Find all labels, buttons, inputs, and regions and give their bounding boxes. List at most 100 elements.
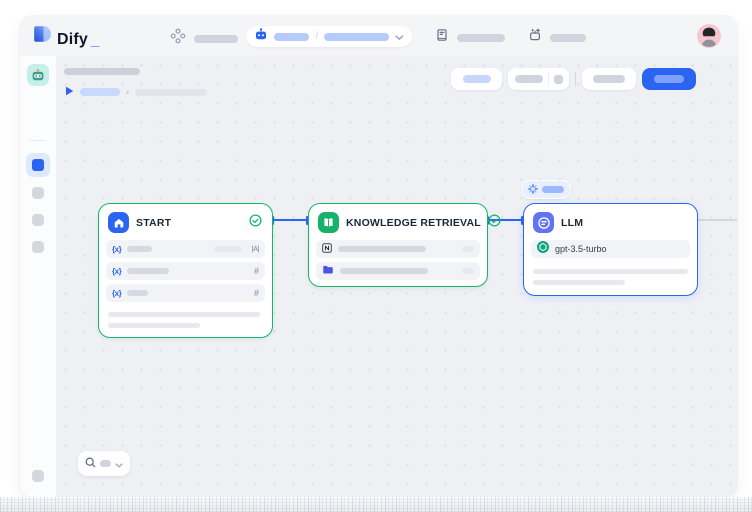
node-title: LLM (561, 217, 687, 229)
dify-logo-icon (33, 25, 52, 49)
top-navigation-bar: Dify _ (20, 16, 737, 56)
variable-row[interactable]: {x} |A| (106, 240, 265, 258)
openai-icon (537, 240, 549, 258)
zoom-control[interactable] (78, 451, 130, 476)
topbar-assistant-menu[interactable] (528, 28, 586, 47)
dataset-row[interactable] (316, 262, 480, 280)
run-meta-skeleton (135, 89, 207, 96)
variable-value-skeleton (214, 246, 242, 252)
play-icon[interactable] (65, 83, 74, 101)
bottom-noise-strip (0, 497, 752, 512)
running-label-skeleton (542, 186, 564, 193)
brand-logo[interactable]: Dify _ (33, 25, 99, 49)
left-sidebar (20, 56, 56, 497)
variable-icon: {x} (112, 267, 121, 276)
topbar-docs-menu[interactable] (435, 28, 505, 47)
node-start-header: START (99, 204, 272, 240)
node-knowledge-retrieval[interactable]: KNOWLEDGE RETRIEVAL (308, 203, 488, 287)
dataset-meta-skeleton (462, 246, 474, 252)
run-label-skeleton (80, 88, 120, 96)
button-label-skeleton (515, 75, 543, 83)
publish-button[interactable] (642, 68, 696, 90)
primary-button-label-skeleton (654, 75, 684, 83)
sidebar-item-workflow-active[interactable] (26, 153, 50, 177)
workspace-name-skeleton (274, 33, 309, 41)
brand-name: Dify (57, 30, 88, 49)
run-status-row (65, 83, 207, 101)
variable-row[interactable]: {x} # (106, 284, 265, 302)
variable-row[interactable]: {x} # (106, 262, 265, 280)
sidebar-item-skeleton[interactable] (32, 214, 44, 226)
screenshot-root: Dify _ (0, 0, 752, 512)
toolbar-split-button[interactable] (508, 68, 569, 90)
robot-app-icon (254, 27, 268, 46)
menu-label-skeleton (457, 34, 505, 42)
split-button-icon-skeleton (554, 75, 563, 84)
variable-icon: {x} (112, 245, 121, 254)
variable-name-skeleton (127, 290, 148, 296)
model-name: gpt-3.5-turbo (555, 244, 607, 254)
canvas-toolbar (451, 68, 696, 90)
check-circle-icon (249, 214, 262, 232)
check-circle-icon (488, 214, 501, 232)
book-icon (435, 28, 449, 47)
node-description-skeleton (524, 269, 697, 285)
variable-name-skeleton (127, 246, 152, 252)
llm-icon (533, 212, 554, 233)
user-avatar[interactable] (697, 24, 721, 48)
sidebar-item-skeleton[interactable] (32, 187, 44, 199)
variable-icon: {x} (112, 289, 121, 298)
workflow-nodes-icon (170, 28, 186, 49)
chevron-down-icon (395, 28, 404, 46)
topbar-workflow-menu[interactable] (170, 28, 238, 49)
sidebar-item-skeleton[interactable] (32, 241, 44, 253)
sidebar-bottom-item-skeleton[interactable] (32, 470, 44, 482)
llm-running-indicator (521, 180, 571, 199)
toolbar-divider (575, 72, 576, 86)
type-number-icon: # (254, 266, 259, 276)
node-title: KNOWLEDGE RETRIEVAL (346, 217, 481, 229)
sidebar-divider (30, 140, 46, 141)
edge-llm-outgoing (697, 219, 737, 221)
node-title: START (136, 217, 242, 229)
model-row[interactable]: gpt-3.5-turbo (531, 240, 690, 258)
split-button-divider (548, 72, 549, 86)
node-start[interactable]: START {x} |A| (98, 203, 273, 338)
workflow-canvas[interactable]: START {x} |A| (56, 56, 737, 497)
edge-start-to-knowledge (272, 219, 309, 221)
dataset-meta-skeleton (462, 268, 474, 274)
dot-separator (126, 91, 129, 94)
sidebar-app-icon[interactable] (27, 64, 49, 86)
brand-cursor: _ (91, 32, 99, 49)
node-knowledge-datasets (309, 240, 487, 280)
assistant-bot-icon (528, 28, 542, 47)
node-description-skeleton (99, 312, 272, 328)
type-string-icon: |A| (252, 246, 259, 253)
dataset-row[interactable] (316, 240, 480, 258)
node-knowledge-header: KNOWLEDGE RETRIEVAL (309, 204, 487, 240)
switcher-separator: / (315, 31, 318, 42)
spinner-icon (528, 181, 538, 199)
node-llm-model: gpt-3.5-turbo (524, 240, 697, 258)
home-icon (108, 212, 129, 233)
dataset-name-skeleton (338, 246, 426, 252)
node-llm[interactable]: LLM gpt-3.5-turbo (523, 203, 698, 296)
menu-label-skeleton (194, 35, 238, 43)
button-label-skeleton (463, 75, 491, 83)
dataset-name-skeleton (340, 268, 428, 274)
node-start-variables: {x} |A| {x} # {x} (99, 240, 272, 302)
app-window: Dify _ (20, 16, 737, 497)
app-name-skeleton (324, 33, 389, 41)
notion-icon (322, 240, 332, 258)
folder-icon (322, 262, 334, 280)
magnifier-icon (85, 455, 96, 473)
toolbar-secondary-button[interactable] (582, 68, 636, 90)
open-book-icon (318, 212, 339, 233)
zoom-level-skeleton (100, 460, 111, 467)
button-label-skeleton (593, 75, 625, 83)
app-switcher-pill[interactable]: / (246, 26, 412, 47)
node-llm-header: LLM (524, 204, 697, 240)
menu-label-skeleton (550, 34, 586, 42)
type-number-icon: # (254, 288, 259, 298)
toolbar-feature-button[interactable] (451, 68, 502, 90)
